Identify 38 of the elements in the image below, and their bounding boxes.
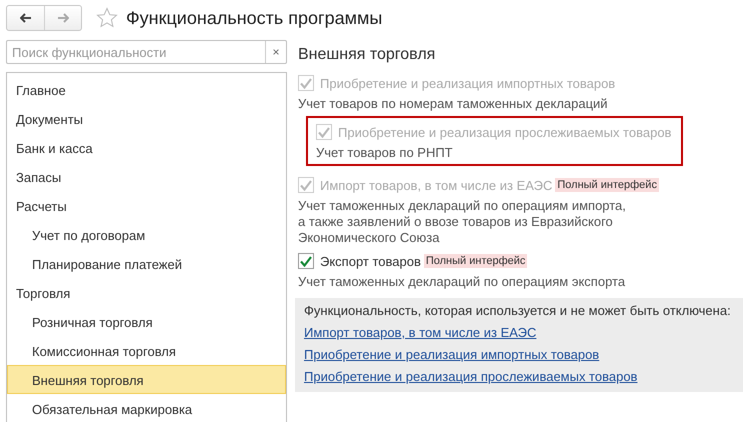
checkbox[interactable] (298, 253, 314, 269)
sidebar-item[interactable]: Комиссионная торговля (7, 336, 286, 365)
checkmark-icon (300, 78, 312, 88)
sidebar-item[interactable]: Обязательная маркировка (7, 394, 286, 422)
sidebar-item[interactable]: Торговля (7, 278, 286, 307)
clear-button[interactable]: × (265, 41, 286, 63)
window-title: Функциональность программы (126, 8, 382, 28)
feature-link[interactable]: Приобретение и реализация прослеживаемых товаров (304, 369, 638, 384)
option-label: Экспорт товаров (320, 254, 421, 268)
checkmark-icon (318, 126, 330, 138)
sidebar-item[interactable]: Розничная торговля (7, 307, 286, 336)
sidebar-item[interactable]: Планирование платежей (7, 249, 286, 278)
sidebar-item[interactable]: Расчеты (7, 191, 286, 220)
option-label: Приобретение и реализация прослеживаемых товаров (338, 124, 672, 140)
forward-arrow-icon (57, 13, 69, 23)
checkmark-icon (300, 256, 312, 266)
sidebar-item[interactable]: Запасы (7, 162, 286, 191)
option-description: Учет таможенных деклараций по операциям экспорта (298, 274, 626, 290)
feature-link[interactable]: Импорт товаров, в том числе из ЕАЭС (304, 325, 536, 340)
sidebar-item[interactable]: Внешняя торговля (7, 365, 286, 394)
option-description: Учет товаров по РНПТ (316, 145, 454, 161)
option-label: Приобретение и реализация импортных товаров (320, 76, 616, 90)
sidebar-item[interactable]: Документы (7, 104, 286, 133)
sidebar-item[interactable]: Главное (7, 75, 286, 104)
sidebar-item[interactable]: Банк и касса (7, 133, 286, 162)
sidebar-item[interactable]: Учет по договорам (7, 220, 286, 249)
option-description: Учет товаров по номерам таможенных деклараций (298, 96, 609, 112)
feature-link[interactable]: Приобретение и реализация импортных товаров (304, 347, 600, 362)
option-label: Импорт товаров, в том числе из ЕАЭС (320, 178, 552, 192)
checkmark-icon (300, 180, 312, 190)
panel-text: Функциональность, которая используется и не может быть отключена: (304, 303, 731, 318)
interface-tag: Полный интерфейс (555, 178, 659, 192)
star-icon[interactable] (96, 7, 118, 29)
search-field[interactable]: Поиск функциональности × (6, 40, 287, 64)
back-arrow-icon (20, 13, 32, 23)
option-description: Учет таможенных деклараций по операциям импорта, а также заявлений о ввозе товаров из Евразийского Экономического Союза (298, 198, 627, 246)
interface-tag: Полный интерфейс (424, 254, 528, 268)
section-title: Внешняя торговля (298, 45, 436, 65)
